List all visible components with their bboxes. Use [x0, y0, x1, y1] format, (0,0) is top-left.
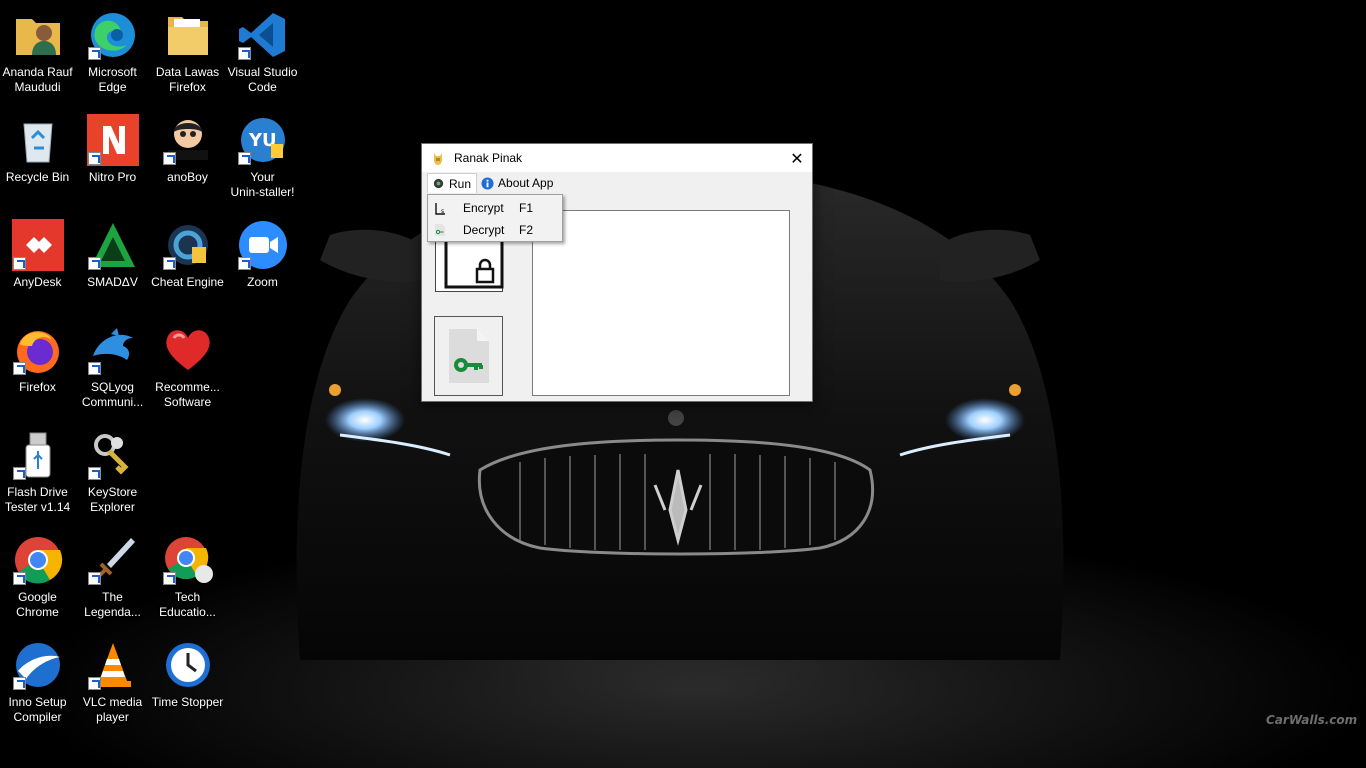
desktop-icon-recommended-software[interactable]: Recomme... Software	[150, 323, 225, 423]
app-logo-icon	[434, 153, 442, 165]
ranak-pinak-window: Ranak Pinak ✕ Run About App	[421, 143, 813, 402]
desktop-icon-the-legenda[interactable]: The Legenda...	[75, 533, 150, 633]
key-file-icon	[448, 329, 489, 383]
user-folder-icon	[11, 8, 65, 62]
desktop-icon-google-chrome[interactable]: Google Chrome	[0, 533, 75, 633]
chrome-icon	[11, 533, 65, 587]
desktop-icon-nitro-pro[interactable]: Nitro Pro	[75, 113, 150, 213]
smadav-icon	[86, 218, 140, 272]
sqlyog-icon	[86, 323, 140, 377]
menu-run[interactable]: Run	[427, 173, 478, 193]
uninstaller-icon: YU	[236, 113, 290, 167]
desktop-icon-tech-education[interactable]: Tech Educatio...	[150, 533, 225, 633]
desktop-icon-vscode[interactable]: Visual Studio Code	[225, 8, 300, 108]
desktop-icon-zoom[interactable]: Zoom	[225, 218, 300, 318]
encrypt-icon: s	[435, 203, 445, 215]
anoboy-icon	[161, 113, 215, 167]
desktop-icon-recycle-bin[interactable]: Recycle Bin	[0, 113, 75, 213]
menu-about-label: About App	[498, 176, 554, 190]
keys-icon	[86, 428, 140, 482]
folder-icon	[161, 8, 215, 62]
menu-item-encrypt[interactable]: s Encrypt F1	[428, 197, 562, 219]
window-title: Ranak Pinak	[454, 151, 523, 165]
desktop-icon-sqlyog[interactable]: SQLyog Communi...	[75, 323, 150, 423]
desktop-icon-inno-setup[interactable]: Inno Setup Compiler	[0, 638, 75, 738]
firefox-icon	[11, 323, 65, 377]
zoom-icon	[236, 218, 290, 272]
desktop-icon-anydesk[interactable]: AnyDesk	[0, 218, 75, 318]
usb-drive-icon	[11, 428, 65, 482]
gear-icon	[433, 178, 444, 189]
heart-icon	[161, 323, 215, 377]
anydesk-icon	[11, 218, 65, 272]
edge-icon	[86, 8, 140, 62]
info-icon	[481, 176, 494, 190]
menu-about-app[interactable]: About App	[477, 173, 558, 193]
window-titlebar[interactable]: Ranak Pinak ✕	[422, 144, 812, 172]
svg-text:s: s	[441, 208, 444, 215]
desktop-icon-firefox[interactable]: Firefox	[0, 323, 75, 423]
desktop-icon-ananda-rauf[interactable]: Ananda Rauf Maududi	[0, 8, 75, 108]
recycle-bin-icon	[11, 113, 65, 167]
desktop-icon-vlc[interactable]: VLC media player	[75, 638, 150, 738]
vscode-icon	[236, 8, 290, 62]
desktop-icon-your-uninstaller[interactable]: YU Your Unin-staller!	[225, 113, 300, 213]
wallpaper-watermark: CarWalls.com	[1266, 713, 1358, 727]
desktop-icon-data-lawas-firefox[interactable]: Data Lawas Firefox	[150, 8, 225, 108]
vlc-icon	[86, 638, 140, 692]
decrypt-icon	[435, 224, 445, 236]
decrypt-button[interactable]	[434, 316, 503, 396]
desktop-icon-smadav[interactable]: SMADΔV	[75, 218, 150, 318]
close-button[interactable]: ✕	[782, 144, 812, 172]
desktop-icon-cheat-engine[interactable]: Cheat Engine	[150, 218, 225, 318]
desktop-icon-time-stopper[interactable]: Time Stopper	[150, 638, 225, 738]
cheat-engine-icon	[161, 218, 215, 272]
desktop-icon-keystore-explorer[interactable]: KeyStore Explorer	[75, 428, 150, 528]
output-textbox[interactable]	[532, 210, 790, 396]
desktop-icon-anoboy[interactable]: anoBoy	[150, 113, 225, 213]
menu-item-decrypt[interactable]: Decrypt F2	[428, 219, 562, 241]
desktop-icon-microsoft-edge[interactable]: Microsoft Edge	[75, 8, 150, 108]
inno-setup-icon	[11, 638, 65, 692]
sword-icon	[86, 533, 140, 587]
menu-bar: Run About App	[422, 172, 812, 194]
menu-run-label: Run	[449, 176, 472, 191]
nitro-pro-icon	[86, 113, 140, 167]
chrome-profile-icon	[161, 533, 215, 587]
run-dropdown-menu: s Encrypt F1 Decrypt F2	[427, 194, 563, 242]
clock-icon	[161, 638, 215, 692]
desktop-icon-flash-drive-tester[interactable]: Flash Drive Tester v1.14	[0, 428, 75, 528]
